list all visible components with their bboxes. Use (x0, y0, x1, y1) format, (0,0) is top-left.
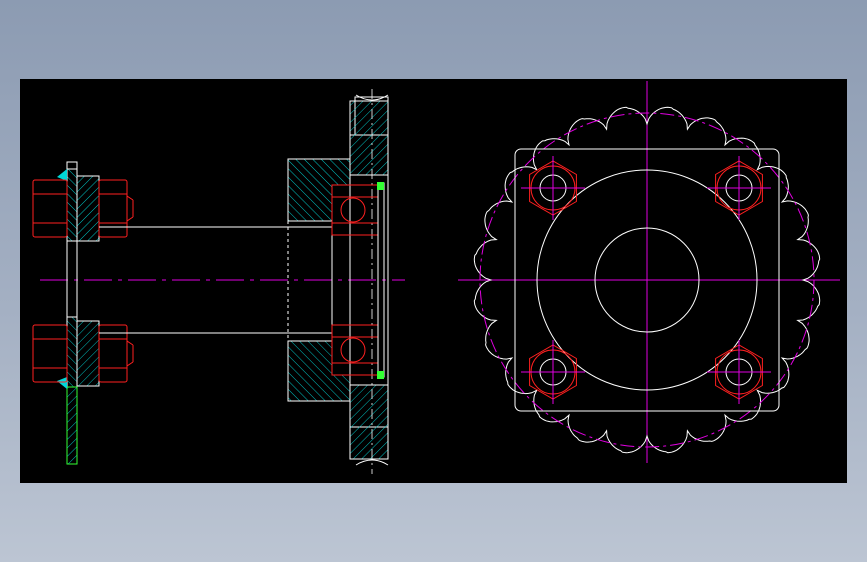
lower-bolt (32, 320, 134, 387)
cad-drawing-canvas (20, 79, 847, 483)
lower-bearing (331, 324, 379, 376)
sprocket-section (349, 89, 389, 474)
front-view (458, 81, 840, 463)
upper-bearing (331, 184, 379, 236)
bolt-hex-3 (521, 340, 585, 404)
section-view (32, 89, 405, 474)
upper-bolt (32, 175, 134, 242)
bolt-hex-1 (521, 156, 585, 220)
bolt-hex-4 (707, 340, 771, 404)
bolt-hex-2 (707, 156, 771, 220)
